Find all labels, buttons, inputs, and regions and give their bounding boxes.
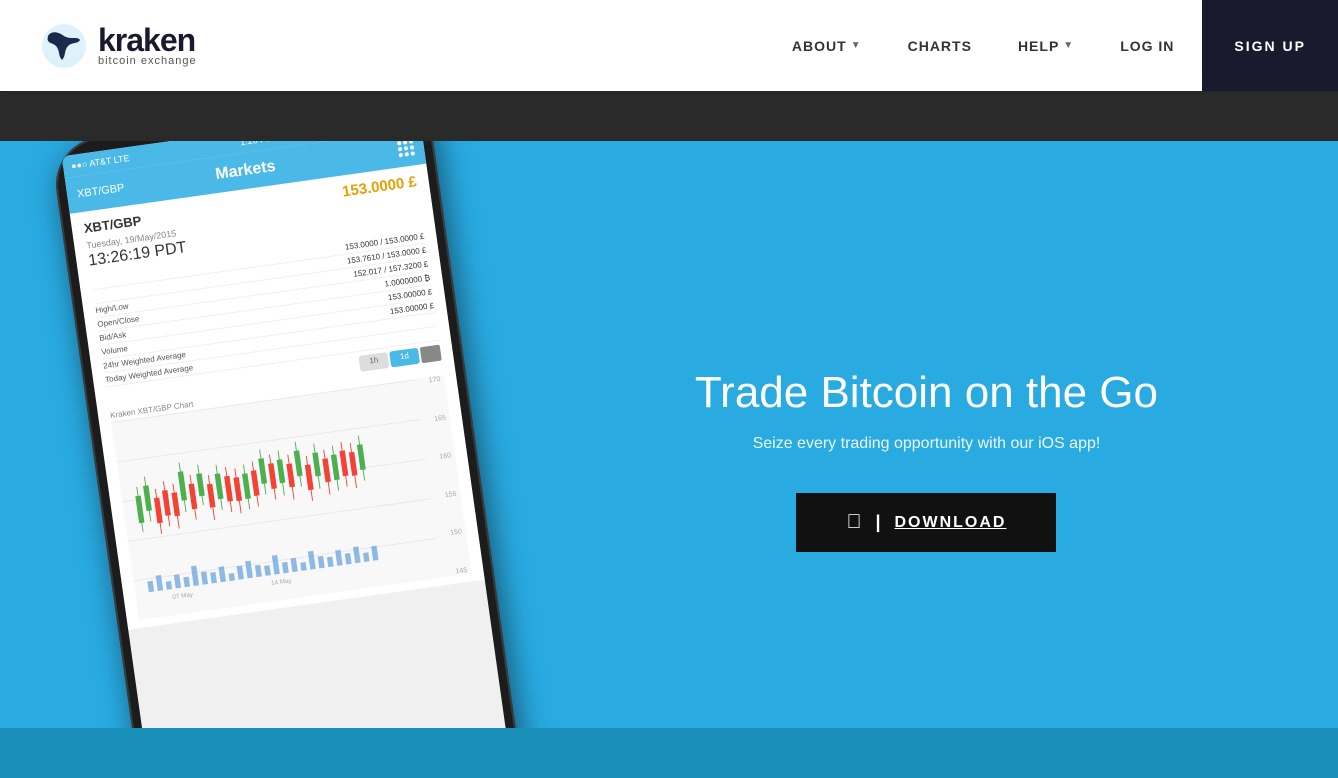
- nav-charts[interactable]: CHARTS: [890, 30, 990, 62]
- logo-sub: bitcoin exchange: [98, 56, 197, 67]
- phone-nav-left: XBT/GBP: [76, 182, 125, 201]
- dot2: [403, 141, 408, 145]
- header: kraken bitcoin exchange ABOUT ▼ CHARTS H…: [0, 0, 1338, 91]
- dot6: [410, 145, 415, 150]
- dot9: [410, 151, 415, 156]
- apple-icon: : [846, 511, 863, 534]
- dot5: [404, 146, 409, 151]
- dot8: [405, 152, 410, 157]
- phone-outer: ●●○ AT&T LTE 1:26 PM ◻ 92% XBT/GBP Marke…: [50, 141, 527, 778]
- nav-login[interactable]: LOG IN: [1102, 30, 1192, 62]
- nav-help[interactable]: HELP ▼: [1000, 30, 1092, 62]
- logo-brand: kraken: [98, 24, 197, 56]
- svg-text:07 May: 07 May: [172, 591, 194, 601]
- about-dropdown-arrow: ▼: [851, 40, 862, 51]
- hero-text-area: Trade Bitcoin on the Go Seize every trad…: [695, 367, 1158, 553]
- phone-content: XBT/GBP 153.0000 £ Tuesday, 19/May/2015 …: [70, 164, 485, 630]
- nav-about[interactable]: ABOUT ▼: [774, 30, 880, 62]
- hero-title: Trade Bitcoin on the Go: [695, 367, 1158, 420]
- logo-text: kraken bitcoin exchange: [98, 24, 197, 67]
- phone-screen: ●●○ AT&T LTE 1:26 PM ◻ 92% XBT/GBP Marke…: [62, 141, 515, 778]
- signup-button[interactable]: SIGN UP: [1202, 0, 1338, 91]
- svg-text:14 May: 14 May: [271, 577, 293, 587]
- dot7: [399, 153, 404, 158]
- kraken-logo-icon: [40, 22, 88, 70]
- phone-nav-right: [397, 141, 415, 157]
- hero-subtitle: Seize every trading opportunity with our…: [695, 435, 1158, 453]
- phone-pair: XBT/GBP: [83, 213, 142, 236]
- tab-1d[interactable]: 1d: [389, 348, 420, 368]
- dot1: [397, 141, 402, 146]
- logo-area[interactable]: kraken bitcoin exchange: [40, 22, 197, 70]
- status-carrier: ●●○ AT&T LTE: [70, 153, 130, 171]
- phone-mockup: ●●○ AT&T LTE 1:26 PM ◻ 92% XBT/GBP Marke…: [50, 141, 570, 778]
- download-separator: |: [875, 512, 882, 533]
- bottom-blue-band: [0, 728, 1338, 778]
- dot4: [398, 147, 403, 152]
- download-label: DOWNLOAD: [894, 514, 1006, 532]
- hero-section: ●●○ AT&T LTE 1:26 PM ◻ 92% XBT/GBP Marke…: [0, 141, 1338, 778]
- status-time: 1:26 PM: [239, 141, 274, 147]
- dot3: [409, 141, 414, 144]
- download-button[interactable]:  | DOWNLOAD: [796, 493, 1056, 552]
- tab-icon: [420, 345, 442, 364]
- main-nav: ABOUT ▼ CHARTS HELP ▼ LOG IN SIGN UP: [774, 0, 1298, 91]
- chart-y-labels: 170 165 160 155 150 145: [428, 376, 467, 576]
- help-dropdown-arrow: ▼: [1063, 40, 1074, 51]
- tab-1h[interactable]: 1h: [359, 352, 390, 372]
- candlestick-chart: 07 May 14 May: [111, 382, 425, 611]
- dark-band: [0, 91, 1338, 141]
- phone-nav-title: Markets: [214, 158, 276, 184]
